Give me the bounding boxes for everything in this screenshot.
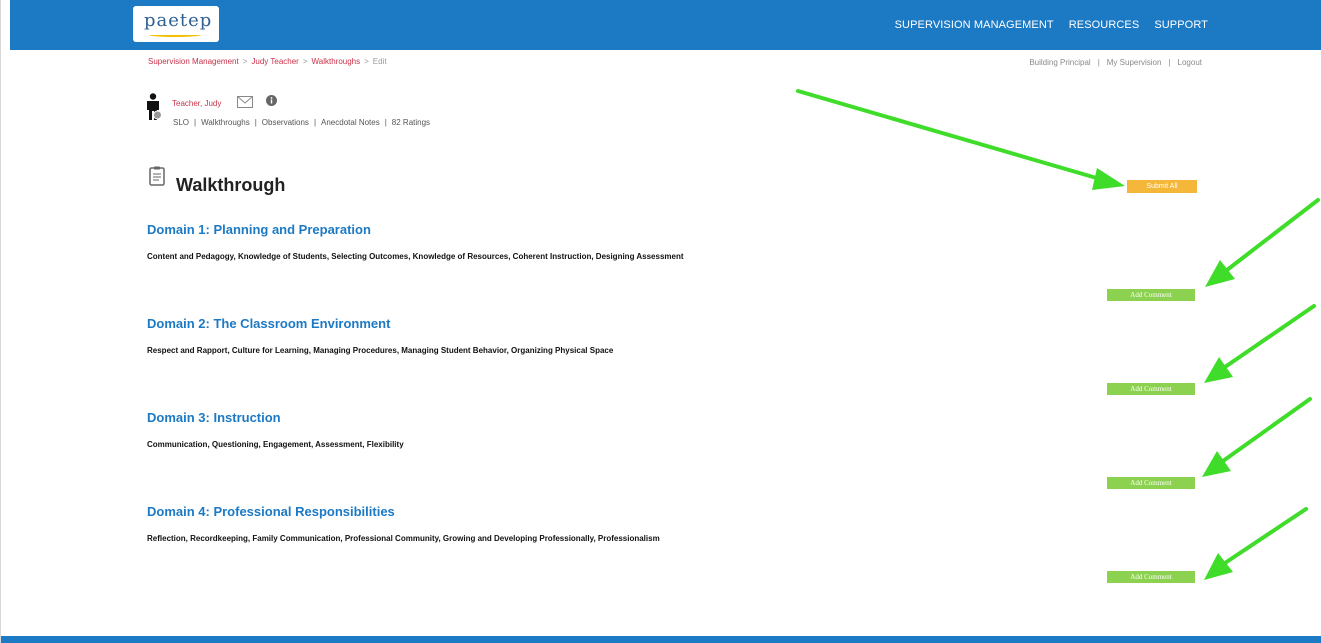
arrow-to-submit-all <box>796 89 1125 190</box>
top-nav-bar: paetep SUPERVISION MANAGEMENT RESOURCES … <box>10 0 1321 50</box>
clipboard-icon <box>149 166 165 186</box>
tab-slo[interactable]: SLO <box>173 118 189 127</box>
breadcrumb-separator: > <box>364 57 369 66</box>
domain-4-description: Reflection, Recordkeeping, Family Commun… <box>147 534 660 543</box>
account-separator: | <box>1168 58 1171 67</box>
domain-1-title: Domain 1: Planning and Preparation <box>147 222 371 237</box>
logo-swoosh-icon <box>149 33 201 37</box>
tab-separator: | <box>313 118 317 127</box>
breadcrumb-separator: > <box>242 57 248 66</box>
tab-separator: | <box>254 118 257 127</box>
breadcrumb-separator: > <box>302 57 308 66</box>
domain-4-add-comment-button[interactable]: Add Comment <box>1107 571 1195 583</box>
domain-1-description: Content and Pedagogy, Knowledge of Stude… <box>147 252 684 261</box>
logout-link[interactable]: Logout <box>1178 58 1202 67</box>
breadcrumb-walkthroughs[interactable]: Walkthroughs <box>312 57 361 66</box>
logo-text: paetep <box>144 10 213 31</box>
tab-separator: | <box>384 118 387 127</box>
domain-2-title: Domain 2: The Classroom Environment <box>147 316 391 331</box>
info-icon[interactable] <box>266 95 277 106</box>
domain-1-add-comment-button[interactable]: Add Comment <box>1107 289 1195 301</box>
arrow-to-domain-4-comment <box>1204 507 1308 580</box>
domain-4-title: Domain 4: Professional Responsibilities <box>147 504 395 519</box>
nav-support[interactable]: SUPPORT <box>1154 19 1208 31</box>
submit-all-button[interactable]: Submit All <box>1127 180 1197 193</box>
teacher-name[interactable]: Teacher, Judy <box>172 99 221 108</box>
footer-bar <box>1 636 1321 643</box>
arrow-to-domain-3-comment <box>1202 397 1312 477</box>
app-logo[interactable]: paetep <box>133 6 219 42</box>
breadcrumb-judy-teacher[interactable]: Judy Teacher <box>251 57 298 66</box>
tab-anecdotal-notes[interactable]: Anecdotal Notes <box>321 118 380 127</box>
domain-3-add-comment-button[interactable]: Add Comment <box>1107 477 1195 489</box>
domain-2-add-comment-button[interactable]: Add Comment <box>1107 383 1195 395</box>
teacher-tabs: SLO | Walkthroughs | Observations | Anecdotal … <box>173 118 430 127</box>
page: paetep SUPERVISION MANAGEMENT RESOURCES … <box>0 0 1321 643</box>
arrow-to-domain-1-comment <box>1205 198 1320 287</box>
domain-3-title: Domain 3: Instruction <box>147 410 281 425</box>
person-icon <box>147 93 161 120</box>
teacher-header: Teacher, Judy SLO | Walkthroughs | Observati… <box>145 93 565 133</box>
account-links: Building Principal | My Supervision | Logout <box>1029 58 1202 67</box>
breadcrumb-supervision-management[interactable]: Supervision Management <box>148 57 239 66</box>
nav-resources[interactable]: RESOURCES <box>1069 19 1140 31</box>
breadcrumb-current: Edit <box>372 57 387 66</box>
tab-observations[interactable]: Observations <box>262 118 309 127</box>
mail-icon[interactable] <box>237 96 253 108</box>
domain-3-description: Communication, Questioning, Engagement, … <box>147 440 404 449</box>
tab-walkthroughs[interactable]: Walkthroughs <box>201 118 250 127</box>
main-nav: SUPERVISION MANAGEMENT RESOURCES SUPPORT <box>895 19 1208 31</box>
arrow-to-domain-2-comment <box>1204 304 1316 383</box>
breadcrumb: Supervision Management > Judy Teacher > Walk… <box>148 57 387 66</box>
page-title: Walkthrough <box>176 175 286 195</box>
my-supervision-link[interactable]: My Supervision <box>1107 58 1162 67</box>
role-link[interactable]: Building Principal <box>1029 58 1090 67</box>
tab-separator: | <box>194 118 197 127</box>
tab-ratings[interactable]: 82 Ratings <box>392 118 430 127</box>
nav-supervision-management[interactable]: SUPERVISION MANAGEMENT <box>895 19 1054 31</box>
domain-2-description: Respect and Rapport, Culture for Learnin… <box>147 346 614 355</box>
account-separator: | <box>1097 58 1100 67</box>
